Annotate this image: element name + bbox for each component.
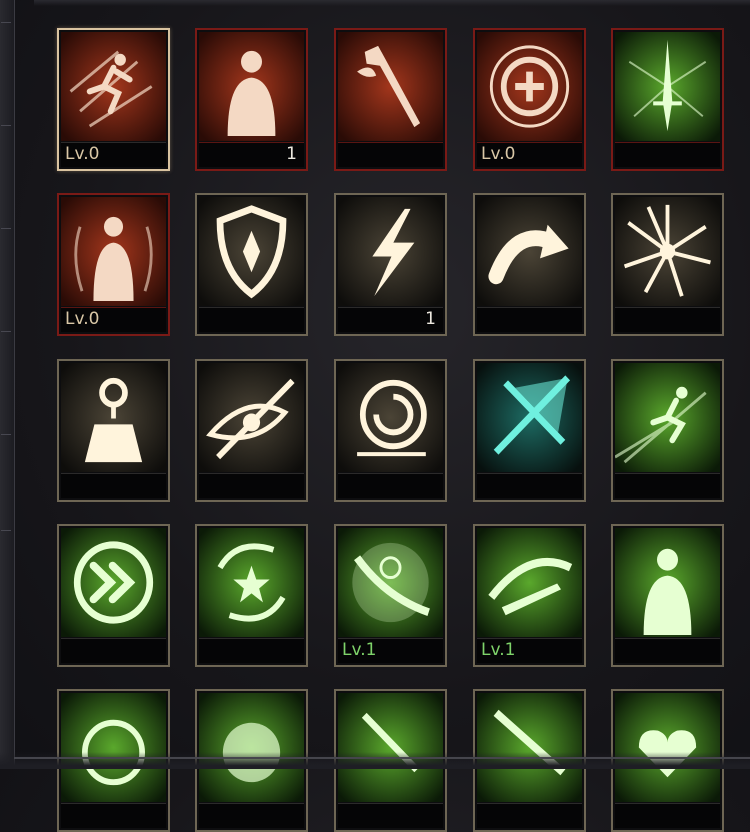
slot-label-bar	[615, 307, 720, 332]
sprint-dash-skill[interactable]: Lv.0	[57, 28, 170, 171]
standing-figure-crowd-icon	[199, 32, 304, 141]
map-pin-sparkle-icon	[61, 363, 166, 472]
shield-icon	[199, 197, 304, 306]
slot-label-bar: Lv.0	[61, 142, 166, 167]
sword-burst-icon	[615, 32, 720, 141]
shield-skill[interactable]	[195, 193, 308, 336]
aura-figure-icon	[61, 197, 166, 306]
green-crest-icon	[199, 693, 304, 802]
slot-label-bar	[61, 473, 166, 498]
green-sword-burst-skill[interactable]	[611, 28, 724, 171]
green-heart-icon	[615, 693, 720, 802]
bottom-divider	[14, 757, 750, 759]
eye-slash-skill[interactable]	[195, 359, 308, 502]
star-burst-icon	[615, 197, 720, 306]
green-sprinting-figure-icon	[615, 363, 720, 472]
rune-slash-icon	[338, 528, 443, 637]
slot-label-bar	[199, 803, 304, 828]
rune-star-swirl-icon	[199, 528, 304, 637]
green-dagger-icon	[338, 693, 443, 802]
teal-crossed-blade-icon	[477, 363, 582, 472]
skill-count: 1	[286, 144, 297, 164]
location-pin-skill[interactable]	[57, 359, 170, 502]
slot-label-bar	[338, 803, 443, 828]
green-dagger-swirl-skill[interactable]: Lv.1	[473, 524, 586, 667]
green-standing-figure-icon	[615, 528, 720, 637]
lightning-skill[interactable]: 1	[334, 193, 447, 336]
slot-label-bar: Lv.1	[338, 638, 443, 663]
curved-arrow-skill[interactable]	[473, 193, 586, 336]
slot-label-bar: Lv.0	[477, 142, 582, 167]
slot-label-bar	[615, 142, 720, 167]
spiked-spiral-icon	[338, 363, 443, 472]
skill-grid: Lv.0 1 Lv.0 Lv.0 1 Lv.1 Lv.1	[0, 0, 750, 832]
slot-label-bar: Lv.1	[477, 638, 582, 663]
skill-level: Lv.0	[481, 144, 516, 164]
slot-label-bar	[61, 638, 166, 663]
slot-label-bar	[199, 473, 304, 498]
eye-slash-icon	[199, 363, 304, 472]
flaming-dagger-icon	[338, 32, 443, 141]
skill-level: Lv.1	[481, 640, 516, 660]
aura-figure-skill[interactable]: Lv.0	[57, 193, 170, 336]
green-blade-icon	[477, 693, 582, 802]
curved-arrow-icon	[477, 197, 582, 306]
skill-count: 1	[425, 309, 436, 329]
skill-level: Lv.0	[65, 309, 100, 329]
slot-label-bar: Lv.0	[61, 307, 166, 332]
green-crowd-figure-skill[interactable]	[611, 524, 724, 667]
skill-level: Lv.0	[65, 144, 100, 164]
star-burst-skill[interactable]	[611, 193, 724, 336]
teal-blade-skill[interactable]	[473, 359, 586, 502]
double-chevron-icon	[61, 528, 166, 637]
slot-label-bar	[61, 803, 166, 828]
slot-label-bar	[338, 142, 443, 167]
skill-level: Lv.1	[342, 640, 377, 660]
slot-label-bar	[199, 638, 304, 663]
bottom-fade	[0, 752, 750, 769]
crowd-figure-skill[interactable]: 1	[195, 28, 308, 171]
slot-label-bar	[477, 473, 582, 498]
lightning-bolt-icon	[338, 197, 443, 306]
slot-label-bar	[338, 473, 443, 498]
rune-slash-skill[interactable]: Lv.1	[334, 524, 447, 667]
slot-label-bar	[477, 307, 582, 332]
slot-label-bar	[615, 803, 720, 828]
slot-label-bar: 1	[338, 307, 443, 332]
dagger-swirl-icon	[477, 528, 582, 637]
rune-circle-cross-icon	[477, 32, 582, 141]
green-emblem-icon	[61, 693, 166, 802]
slot-label-bar	[615, 473, 720, 498]
slot-label-bar	[615, 638, 720, 663]
spiked-spiral-skill[interactable]	[334, 359, 447, 502]
healing-rune-skill[interactable]: Lv.0	[473, 28, 586, 171]
green-sprint-skill[interactable]	[611, 359, 724, 502]
flaming-dagger-skill[interactable]	[334, 28, 447, 171]
fast-forward-skill[interactable]	[57, 524, 170, 667]
slot-label-bar: 1	[199, 142, 304, 167]
slot-label-bar	[199, 307, 304, 332]
rune-star-swirl-skill[interactable]	[195, 524, 308, 667]
sprinting-figure-icon	[61, 32, 166, 141]
slot-label-bar	[477, 803, 582, 828]
